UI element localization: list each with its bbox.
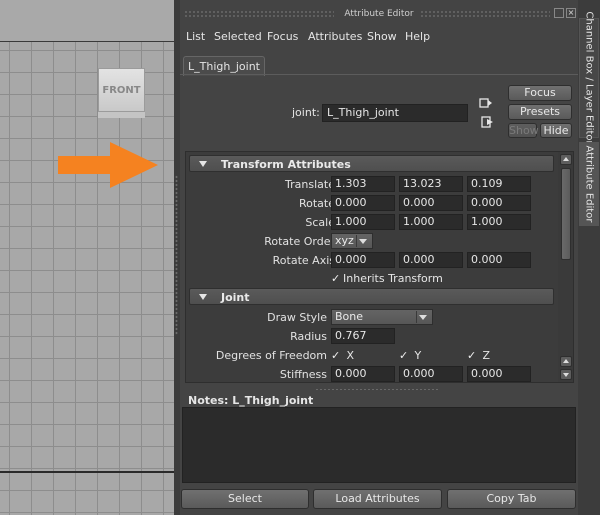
radius-field[interactable]: 0.767 bbox=[331, 328, 395, 344]
menu-list[interactable]: List bbox=[186, 30, 205, 43]
checkmark-icon: ✓ bbox=[331, 349, 341, 362]
checkmark-icon: ✓ bbox=[399, 349, 409, 362]
input-connection-icon[interactable] bbox=[479, 96, 493, 110]
menu-attributes[interactable]: Attributes bbox=[308, 30, 362, 43]
viewport-toolbar bbox=[0, 0, 174, 42]
scale-x-field[interactable]: 1.000 bbox=[331, 214, 395, 230]
tab-channel-box-label: Channel Box / Layer Editor bbox=[583, 11, 595, 145]
translate-x-field[interactable]: 1.303 bbox=[331, 176, 395, 192]
dof-y-label: Y bbox=[414, 349, 422, 362]
menu-bar: List Selected Focus Attributes Show Help bbox=[180, 28, 578, 46]
viewport-divider bbox=[0, 471, 174, 473]
menu-help[interactable]: Help bbox=[405, 30, 430, 43]
chevron-down-icon bbox=[419, 315, 427, 320]
title-grip-right-icon bbox=[420, 10, 550, 18]
attribute-scrollbar[interactable] bbox=[558, 152, 573, 382]
select-button[interactable]: Select bbox=[181, 489, 309, 509]
viewport-grid[interactable] bbox=[0, 42, 174, 515]
section-title: Transform Attributes bbox=[221, 158, 351, 171]
rotate-order-dropdown[interactable]: xyz bbox=[331, 233, 373, 249]
splitter-grip-icon[interactable] bbox=[175, 175, 178, 335]
rotate-x-field[interactable]: 0.000 bbox=[331, 195, 395, 211]
rotate-y-field[interactable]: 0.000 bbox=[399, 195, 463, 211]
translate-label: Translate bbox=[285, 178, 335, 191]
tab-attribute-editor-label: Attribute Editor bbox=[583, 145, 595, 223]
tab-attribute-editor[interactable]: Attribute Editor bbox=[579, 142, 599, 226]
draw-style-label: Draw Style bbox=[267, 311, 327, 324]
collapse-triangle-icon bbox=[199, 294, 207, 300]
scale-z-field[interactable]: 1.000 bbox=[467, 214, 531, 230]
chevron-down-icon bbox=[359, 239, 367, 244]
scroll-down-icon[interactable] bbox=[560, 369, 572, 380]
output-connection-icon[interactable] bbox=[481, 115, 495, 129]
rotate-z-field[interactable]: 0.000 bbox=[467, 195, 531, 211]
close-icon[interactable]: × bbox=[566, 8, 576, 18]
dof-label: Degrees of Freedom bbox=[215, 349, 327, 362]
scrollbar-thumb[interactable] bbox=[561, 168, 571, 260]
checkmark-icon: ✓ bbox=[467, 349, 477, 362]
stiffness-y-field[interactable]: 0.000 bbox=[399, 366, 463, 382]
notes-label: Notes: L_Thigh_joint bbox=[188, 394, 314, 407]
scroll-up-icon[interactable] bbox=[560, 356, 572, 367]
view-cube-base bbox=[98, 112, 145, 118]
attribute-scroll-panel[interactable]: Transform Attributes Translate 1.303 13.… bbox=[185, 151, 574, 383]
tab-channel-box-layer-editor[interactable]: Channel Box / Layer Editor bbox=[579, 11, 599, 145]
rotate-axis-label: Rotate Axis bbox=[272, 254, 335, 267]
tab-strip-divider bbox=[180, 74, 578, 75]
notes-textarea[interactable] bbox=[182, 407, 576, 483]
rotate-axis-x-field[interactable]: 0.000 bbox=[331, 252, 395, 268]
presets-button[interactable]: Presets bbox=[508, 104, 572, 120]
scale-y-field[interactable]: 1.000 bbox=[399, 214, 463, 230]
draw-style-dropdown[interactable]: Bone bbox=[331, 309, 433, 325]
translate-y-field[interactable]: 13.023 bbox=[399, 176, 463, 192]
tab-l-thigh-joint[interactable]: L_Thigh_joint bbox=[183, 56, 265, 76]
stiffness-x-field[interactable]: 0.000 bbox=[331, 366, 395, 382]
viewport-panel[interactable]: FRONT bbox=[0, 0, 174, 515]
rotate-order-label: Rotate Order bbox=[264, 235, 335, 248]
rotate-axis-z-field[interactable]: 0.000 bbox=[467, 252, 531, 268]
node-name-field[interactable]: L_Thigh_joint bbox=[322, 104, 468, 122]
rotate-order-value: xyz bbox=[335, 234, 354, 247]
menu-show[interactable]: Show bbox=[367, 30, 397, 43]
stiffness-label: Stiffness bbox=[279, 368, 327, 381]
show-button[interactable]: Show bbox=[508, 123, 539, 138]
load-attributes-button[interactable]: Load Attributes bbox=[313, 489, 442, 509]
section-joint[interactable]: Joint bbox=[189, 288, 554, 305]
copy-tab-button[interactable]: Copy Tab bbox=[447, 489, 576, 509]
node-type-label: joint: bbox=[292, 106, 320, 119]
section-title: Joint bbox=[221, 291, 250, 304]
attribute-editor-window: Attribute Editor × List Selected Focus A… bbox=[180, 0, 578, 515]
title-bar[interactable]: Attribute Editor × bbox=[180, 6, 578, 24]
dof-z-checkbox[interactable]: ✓ Z bbox=[467, 349, 490, 362]
menu-focus[interactable]: Focus bbox=[267, 30, 298, 43]
hide-button[interactable]: Hide bbox=[540, 123, 572, 138]
menu-selected[interactable]: Selected bbox=[214, 30, 262, 43]
dof-x-checkbox[interactable]: ✓ X bbox=[331, 349, 354, 362]
inherits-transform-label: Inherits Transform bbox=[343, 272, 443, 285]
dof-x-label: X bbox=[346, 349, 355, 362]
focus-button[interactable]: Focus bbox=[508, 85, 572, 101]
collapse-triangle-icon bbox=[199, 161, 207, 167]
section-transform-attributes[interactable]: Transform Attributes bbox=[189, 155, 554, 172]
dof-y-checkbox[interactable]: ✓ Y bbox=[399, 349, 421, 362]
stiffness-z-field[interactable]: 0.000 bbox=[467, 366, 531, 382]
scroll-up-icon[interactable] bbox=[560, 154, 572, 165]
rotate-label: Rotate bbox=[298, 197, 335, 210]
notes-splitter-grip-icon[interactable] bbox=[315, 388, 439, 391]
view-cube-front[interactable]: FRONT bbox=[98, 68, 145, 112]
inherits-transform-checkbox[interactable]: ✓ Inherits Transform bbox=[331, 272, 443, 285]
float-window-icon[interactable] bbox=[554, 8, 564, 18]
dropdown-separator bbox=[416, 311, 417, 323]
rotate-axis-y-field[interactable]: 0.000 bbox=[399, 252, 463, 268]
translate-z-field[interactable]: 0.109 bbox=[467, 176, 531, 192]
orange-arrow-icon bbox=[58, 142, 158, 188]
app-root: FRONT Attribute Editor × List Selected F… bbox=[0, 0, 600, 515]
dof-z-label: Z bbox=[482, 349, 491, 362]
scale-label: Scale bbox=[305, 216, 335, 229]
dropdown-separator bbox=[356, 235, 357, 247]
checkmark-icon: ✓ bbox=[331, 272, 341, 285]
radius-label: Radius bbox=[290, 330, 327, 343]
draw-style-value: Bone bbox=[335, 310, 364, 323]
